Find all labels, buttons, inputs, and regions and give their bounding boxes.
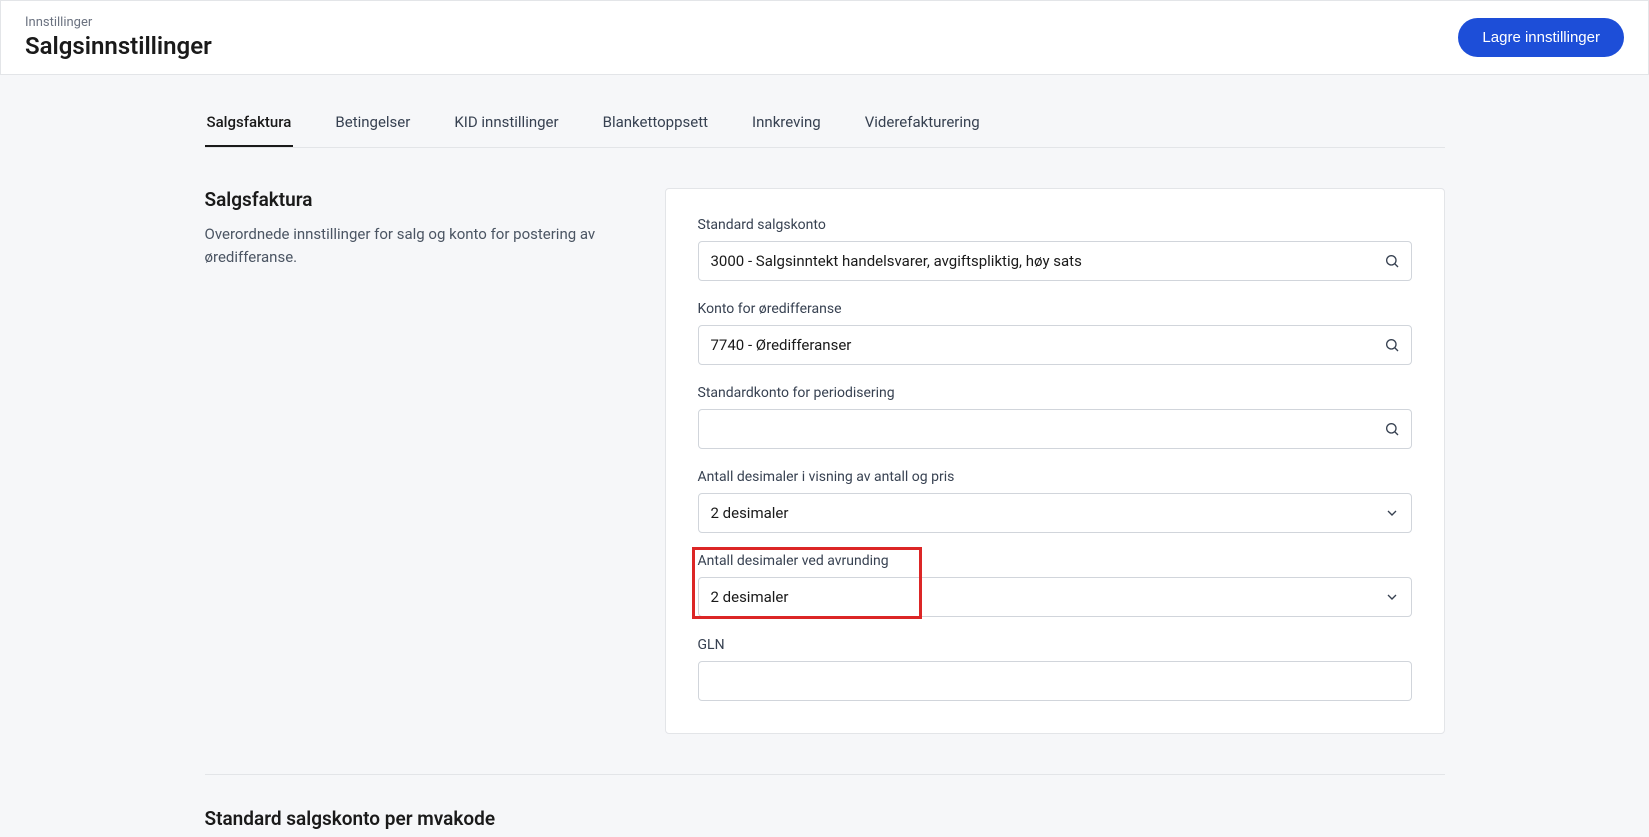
input-rounding-account[interactable] [698, 325, 1412, 365]
page-header: Innstillinger Salgsinnstillinger Lagre i… [0, 0, 1649, 75]
label-decimal-rounding: Antall desimaler ved avrunding [698, 553, 1412, 569]
secondary-section-title: Standard salgskonto per mvakode [205, 807, 1445, 830]
breadcrumb: Innstillinger [25, 15, 212, 30]
section-sidebar: Salgsfaktura Overordnede innstillinger f… [205, 188, 605, 268]
form-group-decimal-rounding: Antall desimaler ved avrunding [698, 553, 1412, 617]
label-decimal-display: Antall desimaler i visning av antall og … [698, 469, 1412, 485]
input-wrapper-accrual-account [698, 409, 1412, 449]
form-group-decimal-display: Antall desimaler i visning av antall og … [698, 469, 1412, 533]
tabs-container: Salgsfaktura Betingelser KID innstilling… [205, 99, 1445, 148]
main-section: Salgsfaktura Overordnede innstillinger f… [205, 188, 1445, 734]
tab-viderefakturering[interactable]: Viderefakturering [863, 99, 982, 147]
tab-blankettoppsett[interactable]: Blankettoppsett [601, 99, 710, 147]
tab-betingelser[interactable]: Betingelser [333, 99, 412, 147]
label-gln: GLN [698, 637, 1412, 653]
form-group-sales-account: Standard salgskonto [698, 217, 1412, 281]
label-sales-account: Standard salgskonto [698, 217, 1412, 233]
select-decimal-display[interactable] [698, 493, 1412, 533]
tab-kid-innstillinger[interactable]: KID innstillinger [452, 99, 560, 147]
content-wrapper: Salgsfaktura Betingelser KID innstilling… [105, 99, 1545, 830]
label-rounding-account: Konto for øredifferanse [698, 301, 1412, 317]
page-title: Salgsinnstillinger [25, 32, 212, 60]
input-wrapper-gln [698, 661, 1412, 701]
secondary-section: Standard salgskonto per mvakode [205, 807, 1445, 830]
input-accrual-account[interactable] [698, 409, 1412, 449]
section-divider [205, 774, 1445, 775]
form-group-gln: GLN [698, 637, 1412, 701]
form-group-rounding-account: Konto for øredifferanse [698, 301, 1412, 365]
input-wrapper-decimal-rounding [698, 577, 1412, 617]
tab-salgsfaktura[interactable]: Salgsfaktura [205, 99, 294, 147]
section-title: Salgsfaktura [205, 188, 605, 211]
save-settings-button[interactable]: Lagre innstillinger [1458, 18, 1624, 57]
select-decimal-rounding[interactable] [698, 577, 1412, 617]
section-description: Overordnede innstillinger for salg og ko… [205, 223, 605, 268]
label-accrual-account: Standardkonto for periodisering [698, 385, 1412, 401]
form-card: Standard salgskonto Konto for ørediffera… [665, 188, 1445, 734]
input-wrapper-rounding-account [698, 325, 1412, 365]
header-titles: Innstillinger Salgsinnstillinger [25, 15, 212, 60]
tab-innkreving[interactable]: Innkreving [750, 99, 823, 147]
input-gln[interactable] [698, 661, 1412, 701]
input-wrapper-decimal-display [698, 493, 1412, 533]
form-group-accrual-account: Standardkonto for periodisering [698, 385, 1412, 449]
input-sales-account[interactable] [698, 241, 1412, 281]
input-wrapper-sales-account [698, 241, 1412, 281]
